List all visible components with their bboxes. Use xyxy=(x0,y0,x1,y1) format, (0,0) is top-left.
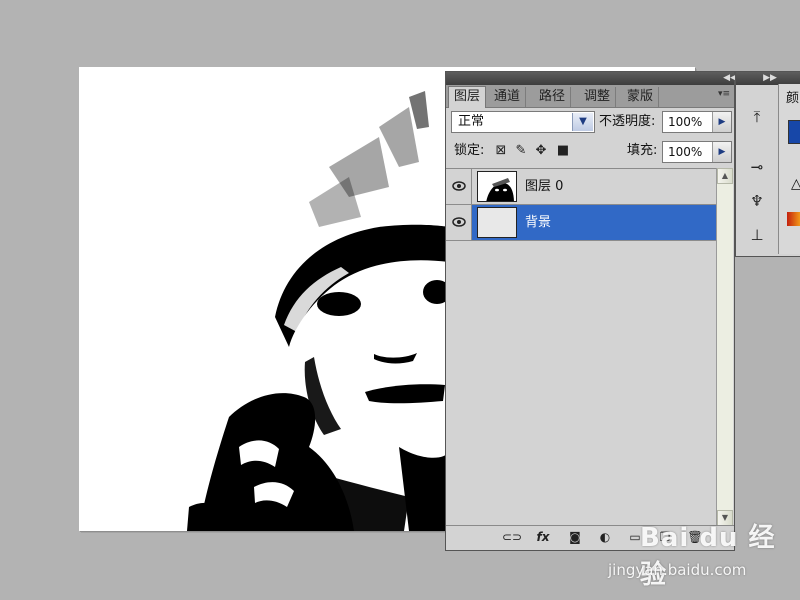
layer-thumbnail xyxy=(477,171,517,202)
color-panel-tab[interactable]: 颜 xyxy=(786,87,799,106)
opacity-value: 100% xyxy=(668,115,703,129)
tab-adjustments[interactable]: 调整 xyxy=(579,87,617,107)
chevron-down-icon[interactable]: ▼ xyxy=(572,113,593,131)
blend-mode-select[interactable]: 正常 ▼ xyxy=(451,111,595,133)
lock-position-move-icon[interactable]: ✥ xyxy=(534,144,548,158)
blend-mode-value: 正常 xyxy=(458,114,485,129)
link-layers-icon[interactable]: ⊂⊃ xyxy=(502,529,522,545)
fill-label: 填充: xyxy=(627,143,658,158)
blend-opacity-row: 正常 ▼ 不透明度: 100% ▶ xyxy=(446,108,734,136)
opacity-slider-arrow-icon[interactable]: ▶ xyxy=(712,112,731,132)
clone-source-icon[interactable]: ♆ xyxy=(744,190,770,212)
visibility-eye-icon[interactable] xyxy=(446,205,472,240)
layer-list: 图层 0 背景 xyxy=(446,168,716,527)
color-panel-strip: 颜 △ xyxy=(778,84,800,254)
layer-name: 图层 0 xyxy=(525,179,564,194)
scroll-up-icon[interactable]: ▲ xyxy=(717,168,733,184)
fill-input[interactable]: 100% ▶ xyxy=(662,141,732,163)
opacity-input[interactable]: 100% ▶ xyxy=(662,111,732,133)
layer-list-scrollbar[interactable]: ▲ ▼ xyxy=(716,168,733,526)
lock-fill-row: 锁定: ⊠ ✎ ✥ ■ 填充: 100% ▶ xyxy=(446,138,734,166)
layer-style-fx-icon[interactable]: fx xyxy=(534,529,552,545)
panel-titlebar: ◀◀ xyxy=(446,72,737,85)
panel-menu-icon[interactable]: ▾≡ xyxy=(718,89,730,99)
tab-masks[interactable]: 蒙版 xyxy=(622,87,660,107)
opacity-label: 不透明度: xyxy=(599,114,656,129)
watermark-url: jingyan.baidu.com xyxy=(608,561,747,579)
color-ramp[interactable] xyxy=(787,212,800,226)
lock-image-pixels-brush-icon[interactable]: ✎ xyxy=(514,144,528,158)
fill-value: 100% xyxy=(668,145,703,159)
stamp-tool-icon[interactable]: ⊥ xyxy=(744,224,770,246)
layer-row-background[interactable]: 背景 xyxy=(446,205,716,241)
add-mask-icon[interactable]: ◙ xyxy=(566,529,584,545)
baidu-jingyan-watermark: Bai du 经验 jingyan.baidu.com xyxy=(604,513,784,590)
layer-name: 背景 xyxy=(525,215,552,230)
layer-thumbnail xyxy=(477,207,517,238)
layer-row-layer0[interactable]: 图层 0 xyxy=(446,169,716,205)
history-icon[interactable]: ⤒ xyxy=(744,106,770,128)
lock-label: 锁定: xyxy=(454,143,485,158)
tab-paths[interactable]: 路径 xyxy=(534,87,572,107)
visibility-eye-icon[interactable] xyxy=(446,169,472,204)
foreground-color-swatch[interactable] xyxy=(788,120,800,144)
watermark-logo-text: Bai du 经验 xyxy=(640,523,776,590)
tab-layers[interactable]: 图层 xyxy=(448,86,487,108)
lock-all-padlock-icon[interactable]: ■ xyxy=(556,144,570,158)
tab-channels[interactable]: 通道 xyxy=(489,87,527,107)
lock-transparent-pixels-icon[interactable]: ⊠ xyxy=(494,144,508,158)
brush-presets-icon[interactable]: ⊸ xyxy=(744,156,770,178)
warning-triangle-icon: △ xyxy=(791,176,800,192)
panel-tab-bar: 图层 通道 路径 调整 蒙版 ▾≡ xyxy=(446,85,734,108)
expand-dock-icon[interactable]: ▶▶ xyxy=(762,72,778,85)
layers-panel: ◀◀ 图层 通道 路径 调整 蒙版 ▾≡ 正常 ▼ 不透明度: 100% ▶ 锁… xyxy=(445,71,737,551)
fill-slider-arrow-icon[interactable]: ▶ xyxy=(712,142,731,162)
